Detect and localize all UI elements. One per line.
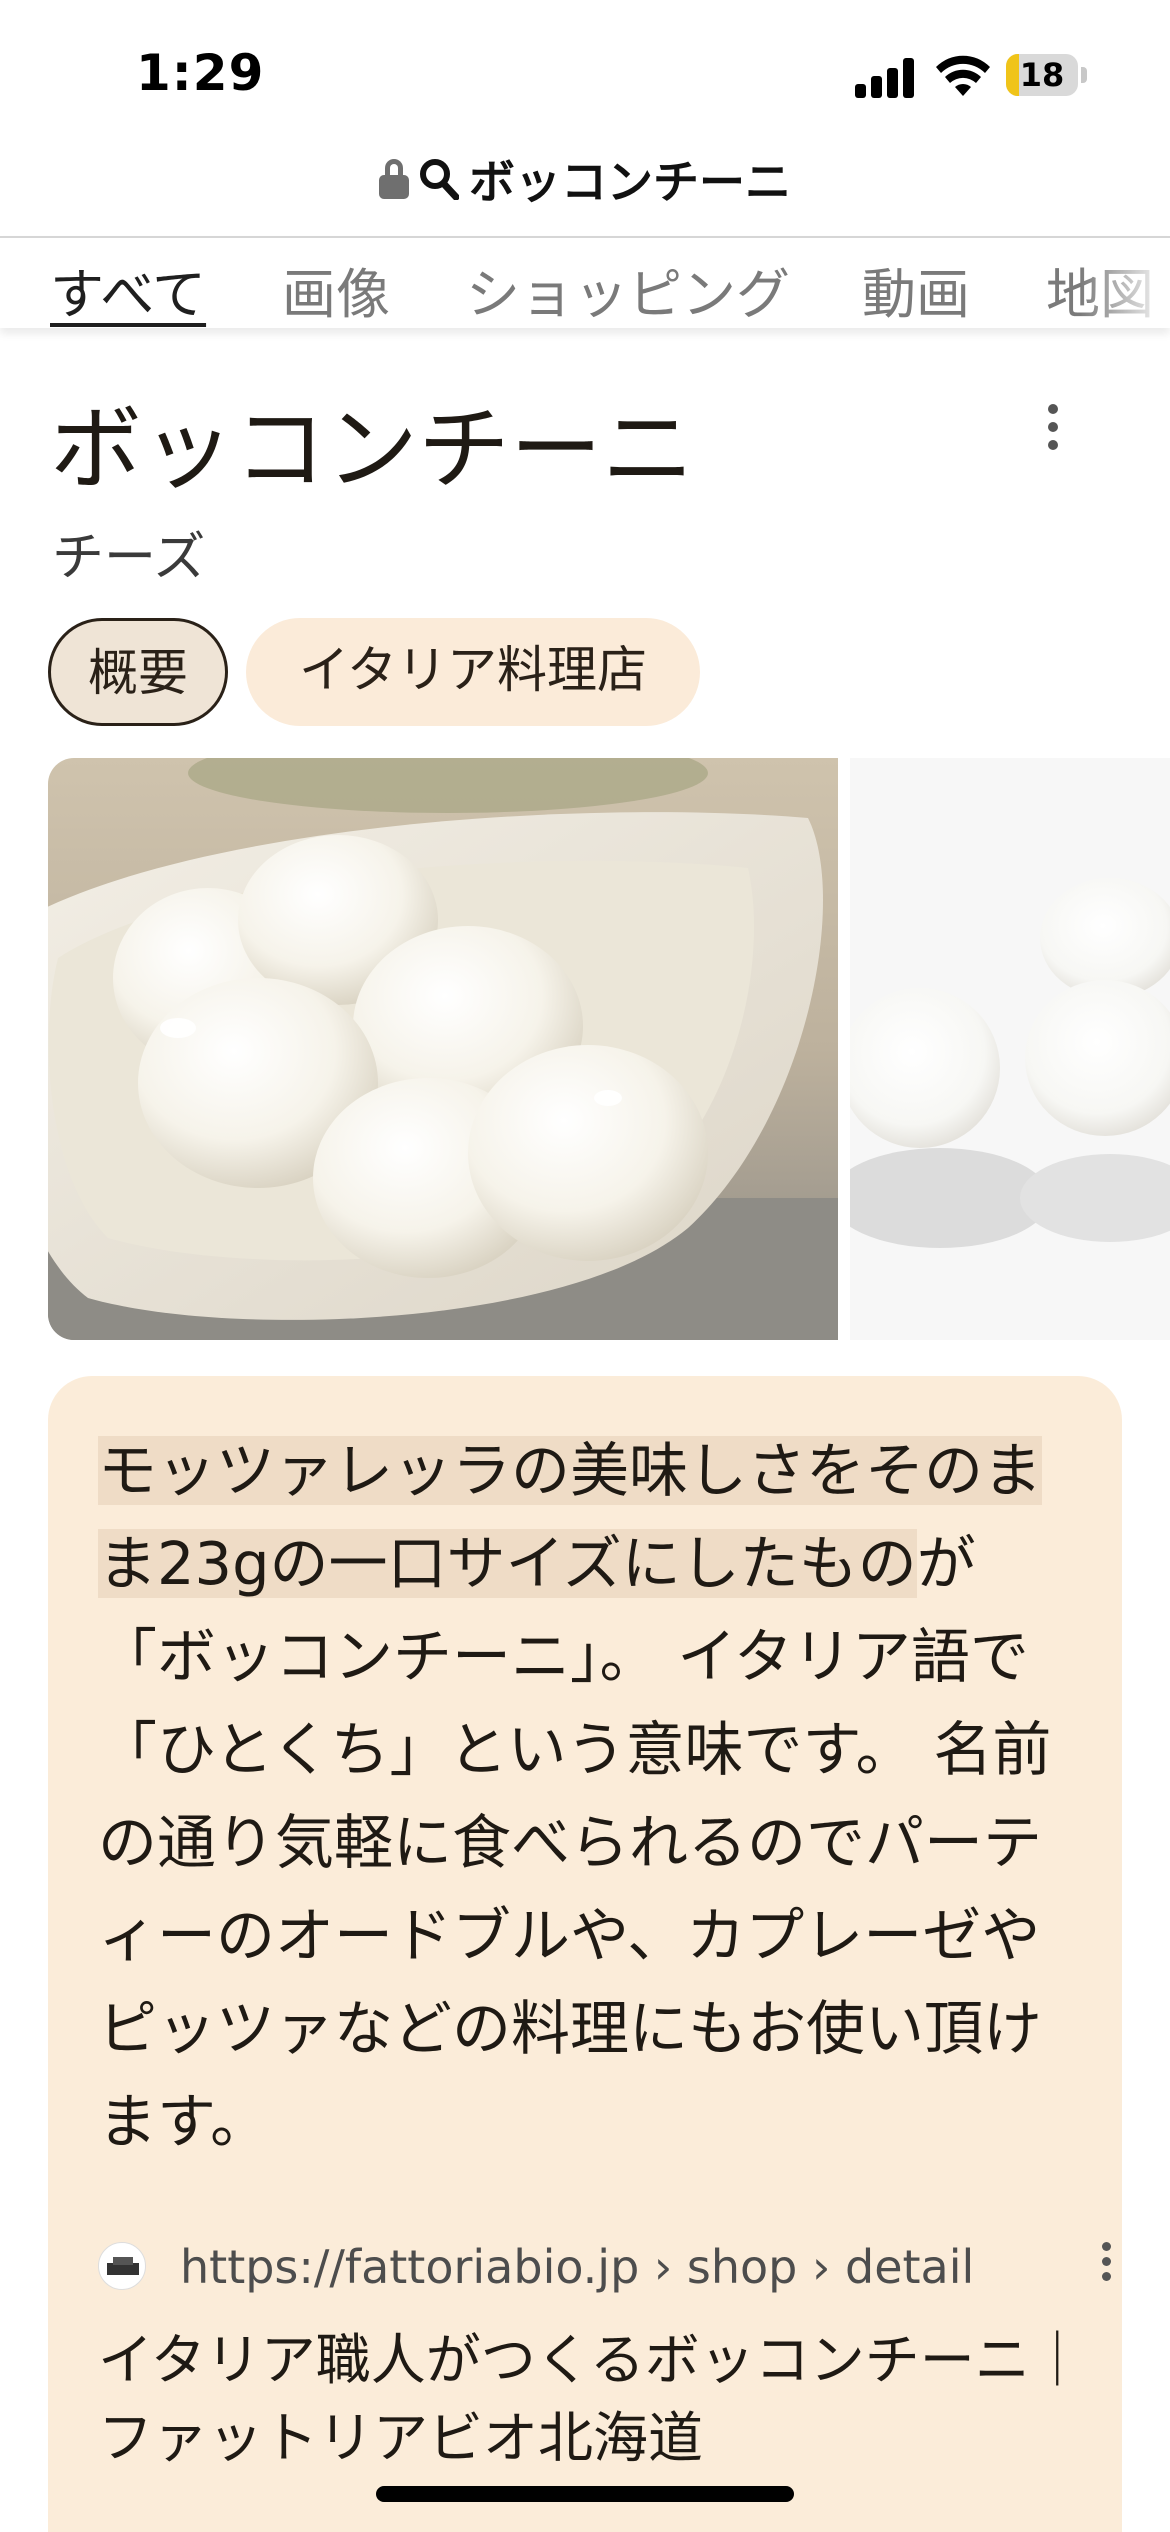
source-url[interactable]: https://fattoriabio.jp › shop › detail [180,2240,974,2294]
search-icon [420,159,459,200]
address-bar[interactable]: ボッコンチーニ [0,140,1170,236]
screen: 1:29 18 ボッコンチーニ すべて 画像 ショッピング 動画 ボッコンチーニ… [0,0,1170,2532]
tab-all[interactable]: すべて [50,250,206,328]
source-menu-icon[interactable] [1094,2236,1118,2296]
description-text: モッツァレッラの美味しさをそのまま23gの一口サイズにしたものが「ボッコンチーニ… [98,1424,1088,2168]
entity-title: ボッコンチーニ [50,396,695,503]
site-favicon-icon [98,2242,146,2290]
tab-images[interactable]: 画像 [282,250,390,328]
wifi-icon [936,55,990,96]
source-row[interactable]: https://fattoriabio.jp › shop › detail [98,2236,1111,2296]
tab-shopping[interactable]: ショッピング [466,250,790,328]
chip-overview[interactable]: 概要 [48,618,228,726]
home-indicator[interactable] [376,2486,794,2502]
entity-image-2[interactable] [850,758,1170,1340]
entity-subtitle: チーズ [52,528,206,588]
battery-icon: 18 [1006,54,1087,96]
description-highlight: モッツァレッラの美味しさをそのまま23gの一口サイズにしたもの [98,1436,1043,1598]
description-rest: が「ボッコンチーニ」。 イタリア語で「ひとくち」という意味です。 名前の通り気軽… [98,1529,1052,2156]
clock: 1:29 [136,44,265,102]
signal-icon [855,58,917,98]
more-options-icon[interactable] [1036,404,1070,454]
tab-videos[interactable]: 動画 [862,250,970,328]
chip-italian-restaurant[interactable]: イタリア料理店 [246,618,700,726]
lock-icon [379,159,409,199]
status-bar: 1:29 18 [0,0,1170,150]
search-query: ボッコンチーニ [469,155,791,209]
search-tabs: すべて 画像 ショッピング 動画 地図 [0,236,1170,328]
battery-level: 18 [1019,56,1065,94]
source-title-link[interactable]: イタリア職人がつくるボッコンチーニ｜ファットリアビオ北海道 [98,2321,1098,2477]
entity-image-1[interactable] [48,758,838,1340]
description-card: モッツァレッラの美味しさをそのまま23gの一口サイズにしたものが「ボッコンチーニ… [48,1376,1122,2532]
